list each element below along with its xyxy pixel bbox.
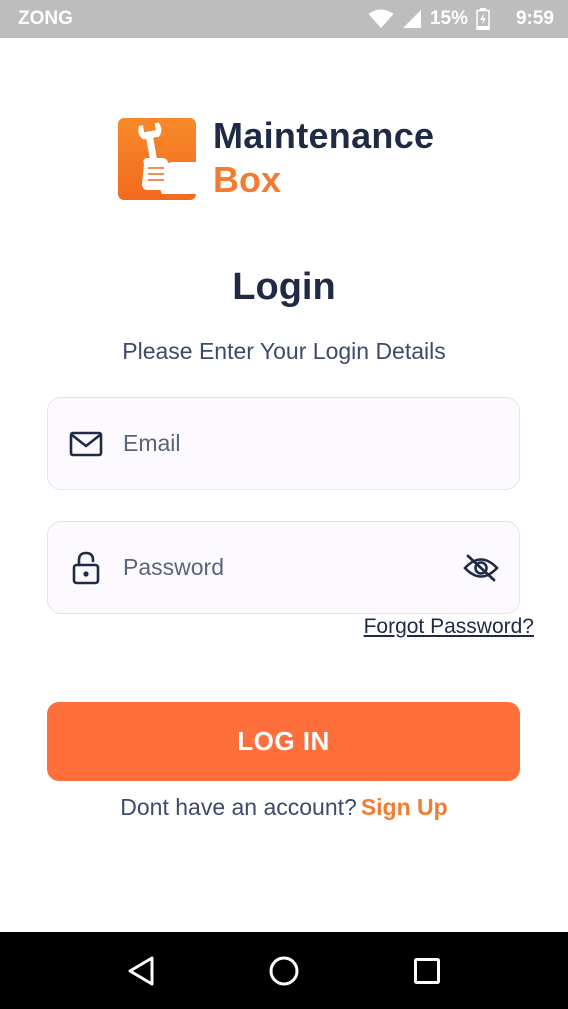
home-circle-icon[interactable] xyxy=(259,946,309,996)
recents-square-icon[interactable] xyxy=(402,946,452,996)
carrier-name: ZONG xyxy=(18,8,73,29)
logo-line-maintenance: Maintenance xyxy=(213,115,435,156)
battery-charging-icon xyxy=(476,8,490,30)
signal-icon xyxy=(402,9,422,29)
logo-line-box: Box xyxy=(213,159,282,200)
login-button[interactable]: LOG IN xyxy=(47,702,520,781)
app-logo: Maintenance Box xyxy=(118,118,434,200)
signup-prompt: Dont have an account? xyxy=(120,794,357,820)
lock-icon xyxy=(68,551,104,585)
clock-time: 9:59 xyxy=(515,8,554,29)
eye-off-icon[interactable] xyxy=(461,553,501,583)
email-field[interactable] xyxy=(47,397,520,490)
page-subtitle: Please Enter Your Login Details xyxy=(122,338,446,364)
system-nav-bar xyxy=(0,932,568,1009)
email-input[interactable] xyxy=(123,430,501,457)
status-bar: ZONG 15% 9:59 xyxy=(0,0,568,38)
password-input[interactable] xyxy=(123,554,461,581)
password-field[interactable] xyxy=(47,521,520,614)
mail-icon xyxy=(68,431,104,457)
logo-wordmark: Maintenance Box xyxy=(213,118,434,198)
battery-percent: 15% xyxy=(429,8,468,29)
signup-link[interactable]: Sign Up xyxy=(361,794,448,820)
back-triangle-icon[interactable] xyxy=(116,946,166,996)
wrench-hand-icon xyxy=(118,118,196,200)
status-icons: 15% 9:59 xyxy=(368,8,554,30)
page-title: Login xyxy=(232,266,336,308)
wifi-icon xyxy=(368,9,394,29)
forgot-password-link[interactable]: Forgot Password? xyxy=(364,615,534,639)
signup-row: Dont have an account? Sign Up xyxy=(0,794,568,821)
